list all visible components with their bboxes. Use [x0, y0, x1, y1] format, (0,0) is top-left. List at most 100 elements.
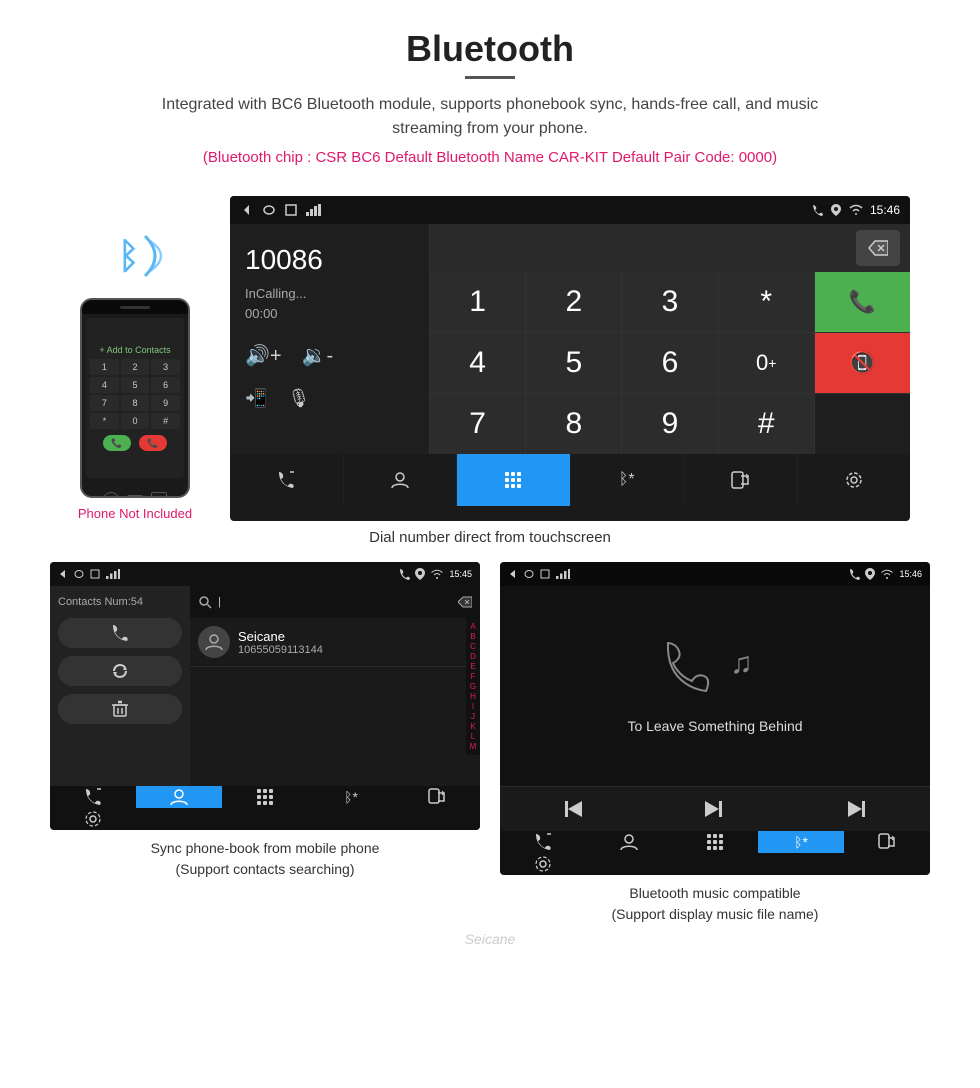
- square-icon: [284, 203, 298, 217]
- volume-up-icon[interactable]: 🔊+: [245, 343, 282, 368]
- prev-button[interactable]: [552, 797, 592, 821]
- keypad-hash[interactable]: #: [719, 394, 814, 454]
- dial-section: ᛒ + Add to Contacts 1 2 3 4 5 6 7 8 9: [0, 196, 980, 521]
- delete-contact-button[interactable]: [58, 694, 182, 724]
- alpha-i[interactable]: I: [472, 702, 474, 711]
- cnav-bluetooth[interactable]: ᛒ*: [308, 786, 394, 808]
- mnav-transfer[interactable]: [844, 831, 930, 853]
- contact-item[interactable]: Seicane 10655059113144: [190, 618, 466, 667]
- mnav-keypad[interactable]: [672, 831, 758, 853]
- contacts-alphabet-index: A B C D E F G H I J K L M: [466, 618, 480, 755]
- back-icon-contacts: [58, 569, 68, 579]
- call-timer: 00:00: [245, 304, 414, 324]
- keypad-4[interactable]: 4: [430, 333, 525, 393]
- keypad-1[interactable]: 1: [430, 272, 525, 332]
- search-cursor: |: [218, 596, 221, 608]
- contacts-screen-wrap: 15:45 Contacts Num:54: [40, 562, 490, 925]
- alpha-f[interactable]: F: [471, 672, 476, 681]
- circle-icon: [262, 205, 276, 215]
- mnav-settings[interactable]: [500, 853, 586, 875]
- page-title: Bluetooth: [20, 28, 960, 70]
- nav-bluetooth[interactable]: ᛒ*: [571, 454, 684, 506]
- phone-icon-contacts: [398, 568, 410, 580]
- backspace-button[interactable]: [856, 230, 900, 266]
- phone-icon-music: [848, 568, 860, 580]
- contacts-sidebar: Contacts Num:54: [50, 586, 190, 786]
- statusbar-time: 15:46: [870, 203, 900, 217]
- music-caption-line2: (Support display music file name): [612, 904, 819, 925]
- mnav-contacts[interactable]: [586, 831, 672, 853]
- contacts-statusbar-left: [58, 569, 120, 579]
- contacts-count: Contacts Num:54: [58, 596, 182, 608]
- alpha-a[interactable]: A: [470, 622, 475, 631]
- mic-icon[interactable]: 🎙: [287, 388, 310, 409]
- next-button[interactable]: [838, 797, 878, 821]
- bottom-screenshots: 15:45 Contacts Num:54: [40, 562, 940, 925]
- back-arrow-icon: [240, 203, 254, 217]
- keypad-5[interactable]: 5: [526, 333, 621, 393]
- contacts-search-bar[interactable]: |: [190, 586, 480, 618]
- keypad-3[interactable]: 3: [622, 272, 717, 332]
- music-icon-area: ♫: [660, 638, 770, 698]
- keypad-8[interactable]: 8: [526, 394, 621, 454]
- cnav-settings[interactable]: [50, 808, 136, 830]
- end-call-button[interactable]: 📵: [815, 333, 910, 393]
- nav-contacts[interactable]: [344, 454, 457, 506]
- location-icon: [830, 203, 842, 217]
- transfer-icon[interactable]: 📲: [245, 388, 267, 409]
- alpha-l[interactable]: L: [471, 732, 475, 741]
- back-icon-music: [508, 569, 518, 579]
- alpha-g[interactable]: G: [470, 682, 476, 691]
- mnav-call[interactable]: [500, 831, 586, 853]
- cnav-contacts[interactable]: [136, 786, 222, 808]
- signal-icon-music: [556, 569, 570, 579]
- nav-keypad[interactable]: [457, 454, 570, 506]
- wifi-icon-contacts: [430, 569, 444, 579]
- chip-info: (Bluetooth chip : CSR BC6 Default Blueto…: [20, 149, 960, 166]
- mnav-bluetooth[interactable]: ᛒ*: [758, 831, 844, 853]
- phone-device: + Add to Contacts 1 2 3 4 5 6 7 8 9 * 0 …: [80, 298, 190, 498]
- alpha-c[interactable]: C: [470, 642, 476, 651]
- alpha-j[interactable]: J: [471, 712, 475, 721]
- call-contact-button[interactable]: [58, 618, 182, 648]
- contacts-bottom-nav: ᛒ*: [50, 786, 480, 830]
- play-next-button[interactable]: [695, 797, 735, 821]
- cnav-transfer[interactable]: [394, 786, 480, 808]
- cnav-call[interactable]: [50, 786, 136, 808]
- contacts-android-screen: 15:45 Contacts Num:54: [50, 562, 480, 830]
- sync-contact-button[interactable]: [58, 656, 182, 686]
- contacts-statusbar: 15:45: [50, 562, 480, 586]
- music-statusbar-right: 15:46: [848, 568, 922, 580]
- dial-caption: Dial number direct from touchscreen: [0, 529, 980, 546]
- nav-settings[interactable]: [798, 454, 911, 506]
- keypad-2[interactable]: 2: [526, 272, 621, 332]
- alpha-e[interactable]: E: [470, 662, 475, 671]
- alpha-b[interactable]: B: [470, 632, 475, 641]
- contacts-statusbar-right: 15:45: [398, 568, 472, 580]
- alpha-d[interactable]: D: [470, 652, 476, 661]
- keypad-empty: [815, 394, 910, 454]
- keypad-0plus[interactable]: 0+: [719, 333, 814, 393]
- call-button[interactable]: 📞: [815, 272, 910, 332]
- music-statusbar-left: [508, 569, 570, 579]
- phone-mockup: ᛒ + Add to Contacts 1 2 3 4 5 6 7 8 9: [70, 226, 200, 521]
- location-icon-music: [865, 568, 875, 580]
- alpha-h[interactable]: H: [470, 692, 476, 701]
- alpha-m[interactable]: M: [470, 742, 477, 751]
- keypad-6[interactable]: 6: [622, 333, 717, 393]
- keypad-7[interactable]: 7: [430, 394, 525, 454]
- music-caption-line1: Bluetooth music compatible: [612, 883, 819, 904]
- volume-down-icon[interactable]: 🔉-: [302, 343, 334, 368]
- cnav-keypad[interactable]: [222, 786, 308, 808]
- keypad-9[interactable]: 9: [622, 394, 717, 454]
- signal-icon: [306, 204, 322, 216]
- keypad-star[interactable]: *: [719, 272, 814, 332]
- number-input-row: [430, 224, 910, 272]
- watermark: Seicane: [0, 931, 980, 947]
- alpha-k[interactable]: K: [470, 722, 475, 731]
- contact-avatar: [198, 626, 230, 658]
- nav-call[interactable]: [230, 454, 343, 506]
- nav-phone-transfer[interactable]: [684, 454, 797, 506]
- dial-bottom-nav: ᛒ*: [230, 454, 910, 506]
- svg-text:ᛒ: ᛒ: [118, 235, 140, 276]
